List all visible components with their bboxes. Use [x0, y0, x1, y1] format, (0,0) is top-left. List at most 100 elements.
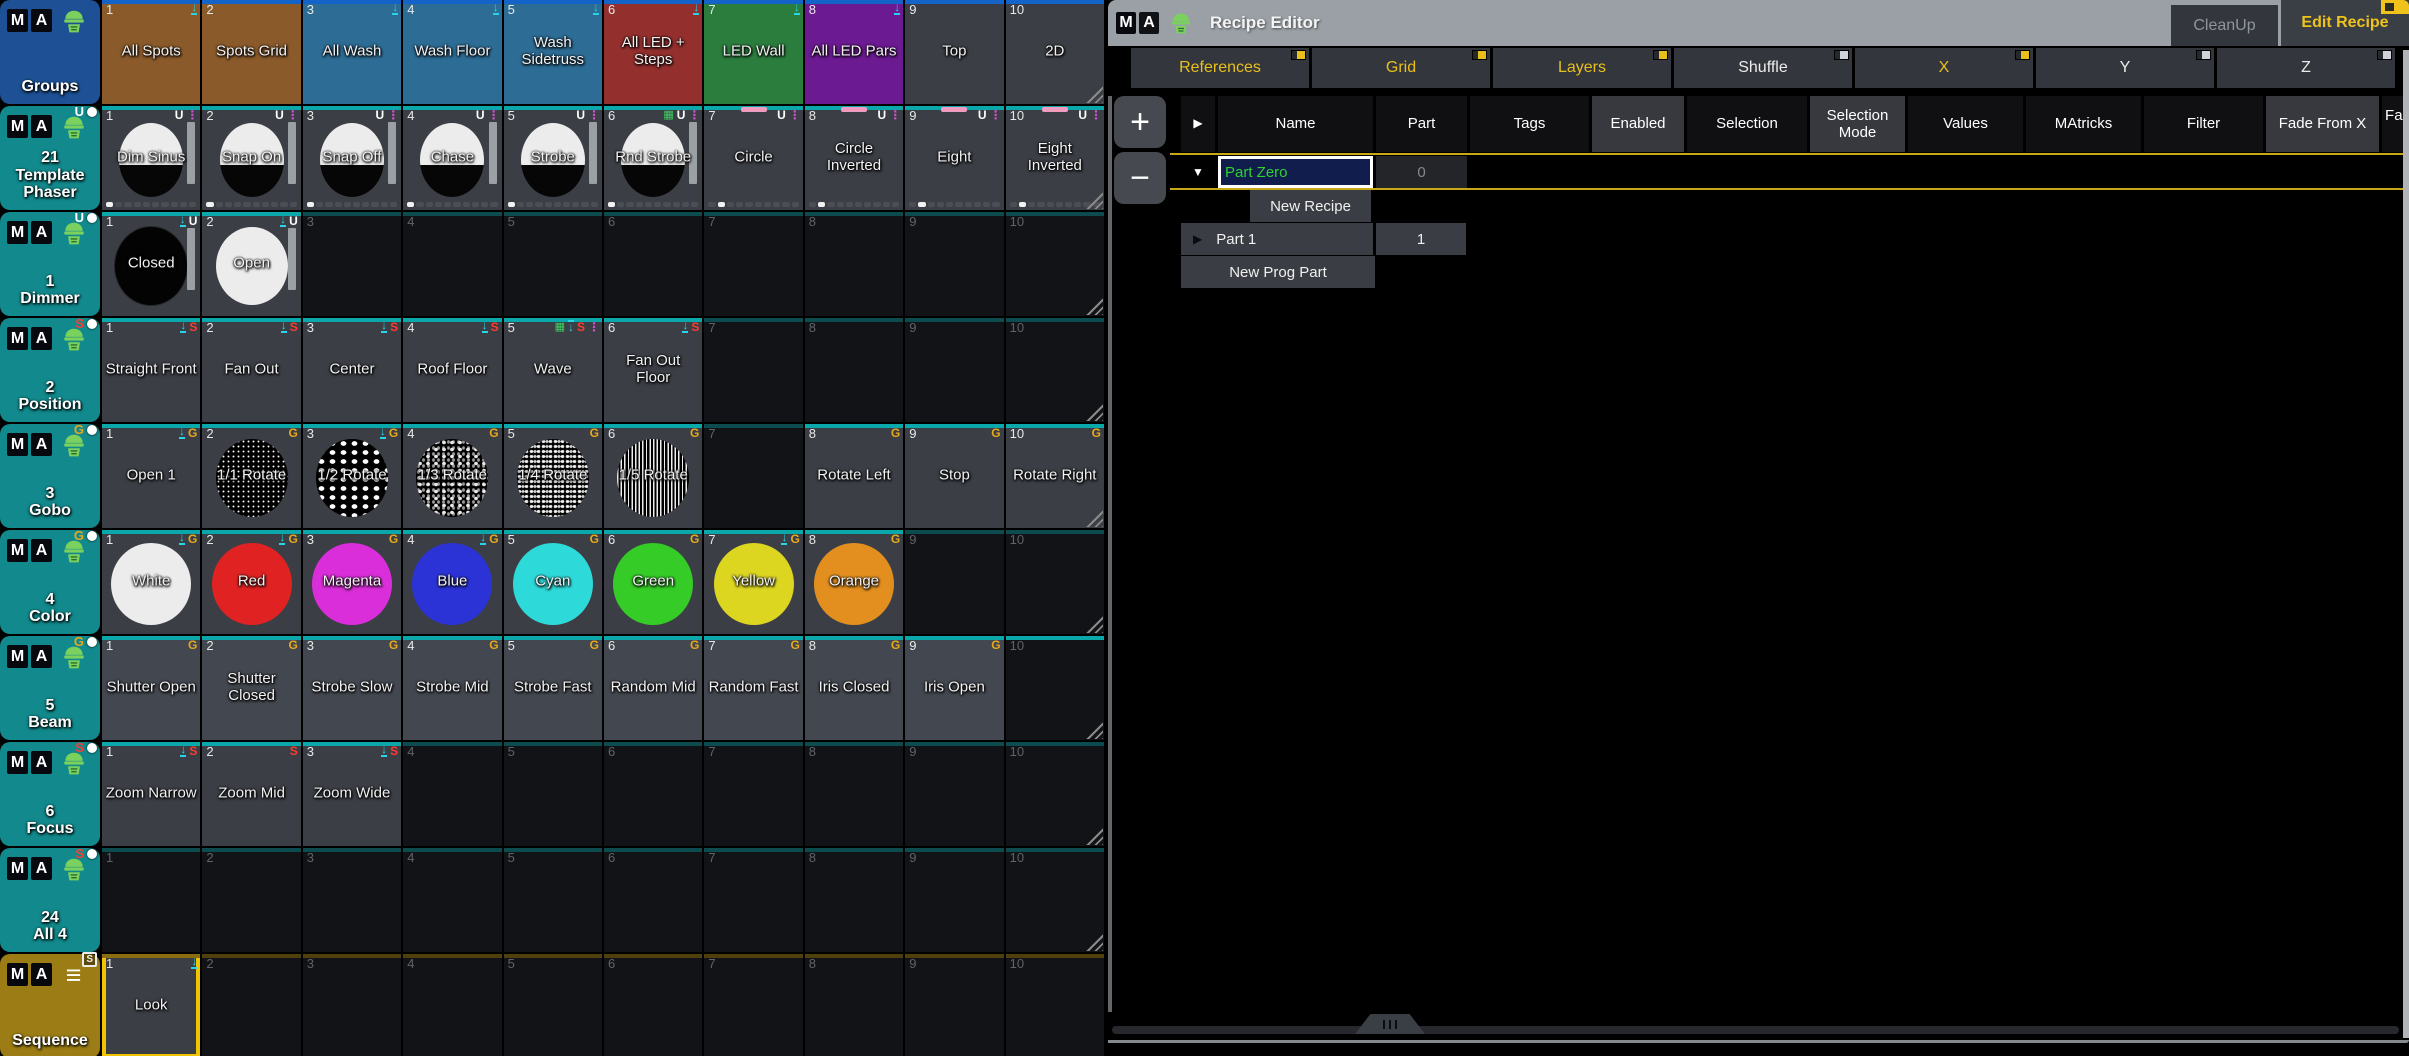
pool-groups-cell-6[interactable]: 6↓All LED + Steps [604, 0, 702, 104]
pool-beam-cell-8[interactable]: 8GIris Closed [805, 636, 903, 740]
pool-dimmer-cell-8[interactable]: 8 [805, 212, 903, 316]
pool-focus-cell-5[interactable]: 5 [504, 742, 602, 846]
bottom-scrollbar-track[interactable] [1112, 1026, 2399, 1034]
pool-header-beam[interactable]: GMA5Beam [0, 636, 100, 740]
pool-beam-cell-5[interactable]: 5GStrobe Fast [504, 636, 602, 740]
pool-position-cell-6[interactable]: 6↓SFan Out Floor [604, 318, 702, 422]
pool-focus-cell-7[interactable]: 7 [704, 742, 802, 846]
pool-template-phaser-cell-1[interactable]: 1U⋮Dim Sinus [102, 106, 200, 210]
pool-sequence-cell-8[interactable]: 8 [805, 954, 903, 1056]
pool-focus-cell-8[interactable]: 8 [805, 742, 903, 846]
pool-gobo-cell-6[interactable]: 6G1/5 Rotate [604, 424, 702, 528]
tab-x[interactable]: X [1855, 48, 2033, 88]
row-part-1[interactable]: ▶Part 1 [1181, 223, 1373, 255]
pool-position-cell-3[interactable]: 3↓SCenter [303, 318, 401, 422]
window-titlebar[interactable]: M A Recipe Editor CleanUp Edit Recipe [1108, 0, 2409, 46]
pool-color-cell-7[interactable]: 7↓GYellow [704, 530, 802, 634]
pool-all4-cell-5[interactable]: 5 [504, 848, 602, 952]
pool-beam-cell-4[interactable]: 4GStrobe Mid [403, 636, 501, 740]
pool-position-cell-7[interactable]: 7 [704, 318, 802, 422]
pool-header-groups[interactable]: MAGroups [0, 0, 100, 104]
pool-template-phaser-cell-4[interactable]: 4U⋮Chase [403, 106, 501, 210]
pool-gobo-cell-1[interactable]: 1↓GOpen 1 [102, 424, 200, 528]
pool-all4-cell-3[interactable]: 3 [303, 848, 401, 952]
pool-color-cell-8[interactable]: 8GOrange [805, 530, 903, 634]
cleanup-button[interactable]: CleanUp [2171, 5, 2278, 46]
column-header-filter[interactable]: Filter [2144, 96, 2263, 152]
pool-gobo-cell-2[interactable]: 2G1/1 Rotate [202, 424, 300, 528]
pool-sequence-cell-7[interactable]: 7 [704, 954, 802, 1056]
column-header-values[interactable]: Values [1908, 96, 2023, 152]
pool-position-cell-5[interactable]: 5▦↓S⋮Wave [504, 318, 602, 422]
pool-template-phaser-cell-10[interactable]: 10U⋮Eight Inverted [1006, 106, 1104, 210]
pool-groups-cell-9[interactable]: 9Top [905, 0, 1003, 104]
pool-resize-handle[interactable] [1083, 295, 1103, 315]
pool-sequence-cell-5[interactable]: 5 [504, 954, 602, 1056]
pool-groups-cell-2[interactable]: 2Spots Grid [202, 0, 300, 104]
pool-position-cell-9[interactable]: 9 [905, 318, 1003, 422]
tab-layers[interactable]: Layers [1493, 48, 1671, 88]
pool-header-gobo[interactable]: GMA3Gobo [0, 424, 100, 528]
pool-position-cell-4[interactable]: 4↓SRoof Floor [403, 318, 501, 422]
pool-beam-cell-1[interactable]: 1GShutter Open [102, 636, 200, 740]
pool-color-cell-5[interactable]: 5GCyan [504, 530, 602, 634]
pool-beam-cell-2[interactable]: 2GShutter Closed [202, 636, 300, 740]
pool-resize-handle[interactable] [1083, 83, 1103, 103]
pool-all4-cell-8[interactable]: 8 [805, 848, 903, 952]
pool-all4-cell-9[interactable]: 9 [905, 848, 1003, 952]
pool-groups-cell-4[interactable]: 4↓Wash Floor [403, 0, 501, 104]
pool-resize-handle[interactable] [1083, 189, 1103, 209]
pool-dimmer-cell-3[interactable]: 3 [303, 212, 401, 316]
column-header-matricks[interactable]: MAtricks [2026, 96, 2141, 152]
name-cell-part-zero[interactable]: Part Zero [1218, 156, 1373, 188]
pool-template-phaser-cell-2[interactable]: 2U⋮Snap On [202, 106, 300, 210]
pool-position-cell-10[interactable]: 10 [1006, 318, 1104, 422]
tab-z[interactable]: Z [2217, 48, 2395, 88]
pool-dimmer-cell-7[interactable]: 7 [704, 212, 802, 316]
pool-resize-handle[interactable] [1083, 931, 1103, 951]
pool-resize-handle[interactable] [1083, 401, 1103, 421]
pool-focus-cell-4[interactable]: 4 [403, 742, 501, 846]
pool-color-cell-4[interactable]: 4↓GBlue [403, 530, 501, 634]
pool-groups-cell-7[interactable]: 7↓LED Wall [704, 0, 802, 104]
column-header-selection-mode[interactable]: Selection Mode [1810, 96, 1905, 152]
pool-gobo-cell-7[interactable]: 7 [704, 424, 802, 528]
pool-header-color[interactable]: GMA4Color [0, 530, 100, 634]
pool-focus-cell-1[interactable]: 1↓SZoom Narrow [102, 742, 200, 846]
pool-sequence-cell-10[interactable]: 10 [1006, 954, 1104, 1056]
pool-header-dimmer[interactable]: UMA1Dimmer [0, 212, 100, 316]
column-header-part[interactable]: Part [1376, 96, 1467, 152]
pool-sequence-cell-9[interactable]: 9 [905, 954, 1003, 1056]
pool-dimmer-cell-4[interactable]: 4 [403, 212, 501, 316]
pool-header-focus[interactable]: SMA6Focus [0, 742, 100, 846]
tab-references[interactable]: References [1131, 48, 1309, 88]
pool-focus-cell-9[interactable]: 9 [905, 742, 1003, 846]
pool-dimmer-cell-10[interactable]: 10 [1006, 212, 1104, 316]
row-expand-arrow-part-zero[interactable]: ▼ [1181, 156, 1215, 188]
pool-dimmer-cell-9[interactable]: 9 [905, 212, 1003, 316]
pool-all4-cell-10[interactable]: 10 [1006, 848, 1104, 952]
pool-beam-cell-7[interactable]: 7GRandom Fast [704, 636, 802, 740]
pool-header-all4[interactable]: SMA24All 4 [0, 848, 100, 952]
pool-beam-cell-9[interactable]: 9GIris Open [905, 636, 1003, 740]
pool-all4-cell-2[interactable]: 2 [202, 848, 300, 952]
column-header-fade-from-x[interactable]: Fade From X [2266, 96, 2379, 152]
pool-all4-cell-4[interactable]: 4 [403, 848, 501, 952]
pool-position-cell-2[interactable]: 2↓SFan Out [202, 318, 300, 422]
pool-gobo-cell-4[interactable]: 4G1/3 Rotate [403, 424, 501, 528]
row-expand-arrow-part-1[interactable]: ▶ [1193, 232, 1202, 246]
part-cell-part-zero[interactable]: 0 [1376, 156, 1467, 188]
pool-template-phaser-cell-7[interactable]: 7U⋮Circle [704, 106, 802, 210]
pool-groups-cell-8[interactable]: 8↓All LED Pars [805, 0, 903, 104]
pool-resize-handle[interactable] [1083, 613, 1103, 633]
column-header-selection[interactable]: Selection [1687, 96, 1807, 152]
pool-color-cell-3[interactable]: 3GMagenta [303, 530, 401, 634]
add-row-button[interactable]: + [1114, 96, 1166, 148]
column-header-tags[interactable]: Tags [1470, 96, 1589, 152]
column-header-expand[interactable]: ▶ [1181, 96, 1215, 152]
action-row-new-prog-part[interactable]: New Prog Part [1181, 256, 1375, 288]
pool-color-cell-1[interactable]: 1↓GWhite [102, 530, 200, 634]
pool-beam-cell-3[interactable]: 3GStrobe Slow [303, 636, 401, 740]
pool-header-sequence[interactable]: SMA≡Sequence [0, 954, 100, 1056]
pool-sequence-cell-1[interactable]: 1↓Look [102, 954, 200, 1056]
